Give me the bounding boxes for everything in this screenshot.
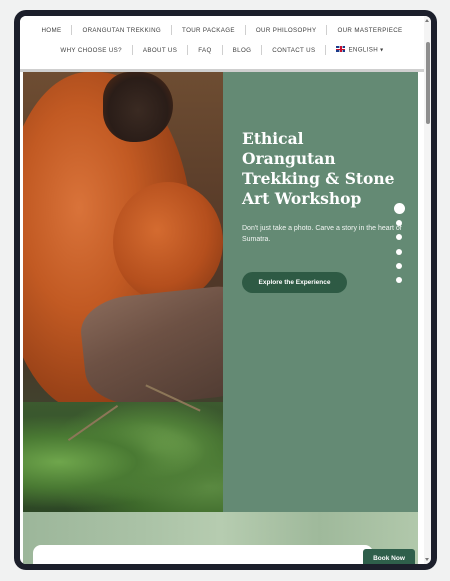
nav-faq[interactable]: FAQ	[188, 47, 221, 54]
nav-our-masterpiece[interactable]: OUR MASTERPIECE	[327, 27, 412, 34]
nav-blog[interactable]: BLOG	[223, 47, 262, 54]
main-navigation: HOME ORANGUTAN TREKKING TOUR PACKAGE OUR…	[20, 16, 424, 72]
scrollbar-thumb[interactable]	[425, 42, 430, 124]
nav-contact-us[interactable]: CONTACT US	[262, 47, 325, 54]
scroll-down-arrow-icon[interactable]	[425, 558, 429, 561]
slider-dot-6[interactable]	[396, 277, 402, 284]
slider-dot-3[interactable]	[396, 234, 402, 241]
slider-dot-2[interactable]	[396, 220, 402, 226]
nav-tour-package[interactable]: TOUR PACKAGE	[172, 27, 245, 34]
browser-viewport: HOME ORANGUTAN TREKKING TOUR PACKAGE OUR…	[20, 16, 431, 564]
nav-about-us[interactable]: ABOUT US	[133, 47, 187, 54]
device-frame: HOME ORANGUTAN TREKKING TOUR PACKAGE OUR…	[14, 10, 437, 570]
chevron-down-icon: ▾	[380, 46, 384, 54]
next-section-background	[23, 512, 418, 564]
nav-home[interactable]: HOME	[31, 27, 71, 34]
slider-pagination	[392, 203, 406, 291]
slider-dot-1[interactable]	[393, 203, 405, 214]
nav-row-primary: HOME ORANGUTAN TREKKING TOUR PACKAGE OUR…	[20, 25, 424, 35]
explore-experience-button[interactable]: Explore the Experience	[242, 272, 347, 293]
orangutan-photo	[23, 72, 223, 512]
nav-orangutan-trekking[interactable]: ORANGUTAN TREKKING	[72, 27, 171, 34]
slider-dot-5[interactable]	[396, 262, 402, 269]
nav-our-philosophy[interactable]: OUR PHILOSOPHY	[246, 27, 327, 34]
nav-why-choose-us[interactable]: WHY CHOOSE US?	[50, 47, 132, 54]
hero-title: Ethical Orangutan Trekking & Stone Art W…	[242, 129, 395, 208]
language-label: ENGLISH	[348, 46, 379, 54]
nav-row-secondary: WHY CHOOSE US? ABOUT US FAQ BLOG CONTACT…	[20, 45, 424, 55]
slider-dot-4[interactable]	[396, 248, 402, 255]
vertical-scrollbar[interactable]	[424, 16, 431, 564]
book-now-button[interactable]: Book Now	[363, 549, 415, 564]
hero-subtitle: Don't just take a photo. Carve a story i…	[242, 225, 402, 243]
language-selector[interactable]: ENGLISH ▾	[326, 46, 393, 54]
scroll-up-arrow-icon[interactable]	[425, 19, 429, 22]
uk-flag-icon	[336, 46, 346, 53]
content-card	[33, 545, 373, 564]
